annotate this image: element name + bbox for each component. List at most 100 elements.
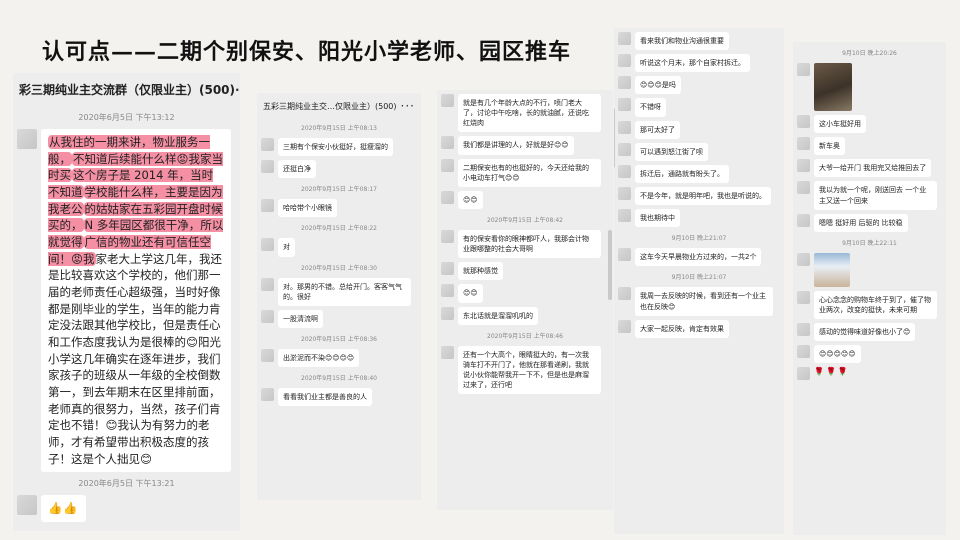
message-bubble: 感动的觉得味道好像也小了😊 xyxy=(814,323,916,342)
scrollbar[interactable] xyxy=(614,108,615,168)
timestamp: 2020年9月15日 上午08:42 xyxy=(487,216,563,224)
avatar[interactable] xyxy=(797,345,810,359)
rose-emoji: 🌹🌹🌹 xyxy=(814,367,850,377)
avatar[interactable] xyxy=(797,63,810,76)
message-row xyxy=(797,63,942,111)
message-bubble: 对。那男的不错。总给开门。客客气气的。很好 xyxy=(278,277,411,306)
thumbs-up-emoji: 👍👍 xyxy=(41,495,86,523)
avatar[interactable] xyxy=(261,348,274,362)
avatar[interactable] xyxy=(261,388,274,402)
avatar[interactable] xyxy=(261,277,274,291)
avatar[interactable] xyxy=(17,129,37,149)
avatar[interactable] xyxy=(618,76,631,90)
avatar[interactable] xyxy=(261,138,274,151)
timestamp: 2020年9月15日 上午08:30 xyxy=(301,264,377,272)
avatar[interactable] xyxy=(618,209,631,223)
timestamp: 2020年6月5日 下午13:21 xyxy=(78,479,175,489)
scrollbar[interactable] xyxy=(608,230,612,300)
message-list: 就是有几个年龄大点的不行，喷门老大了，讨论中午吃啥，长的就油腻，还说吃红烧肉我们… xyxy=(437,94,613,395)
message-bubble: 新车奥 xyxy=(814,137,845,156)
avatar[interactable] xyxy=(441,229,454,243)
message-bubble: 哈哈带个小眼镜 xyxy=(278,199,337,218)
message-bubble: 不是今年，就是明年吧，我也是听说的。 xyxy=(635,186,771,206)
avatar[interactable] xyxy=(441,158,454,172)
message-bubble: 😊😊 xyxy=(458,190,483,209)
highlighted-text: 从我住的一期来讲，物业服务一般， 不知道后续能什么样😡我家当时买 这个房子是 201… xyxy=(48,135,224,266)
message-bubble: 听说这个月末，那个自家村拆迁。 xyxy=(635,54,750,73)
chat-title: 五彩三期纯业主交…仅限业主）(500) xyxy=(263,101,397,111)
chat-title: 彩三期纯业主交流群（仅限业主）(500) xyxy=(19,83,236,97)
message-row: 感动的觉得味道好像也小了😊 xyxy=(797,323,942,342)
message-row: 不是今年，就是明年吧，我也是听说的。 xyxy=(618,186,780,206)
avatar[interactable] xyxy=(441,345,454,359)
avatar[interactable] xyxy=(618,164,631,178)
avatar[interactable] xyxy=(441,136,454,150)
avatar[interactable] xyxy=(618,54,631,68)
timestamp: 9月10日 晚上21:07 xyxy=(671,274,727,282)
timestamp: 2020年9月15日 上午08:22 xyxy=(301,225,377,233)
message-row: 😊😊😊😊😊 xyxy=(797,345,942,364)
avatar[interactable] xyxy=(618,186,631,200)
message-row: 🌹🌹🌹 xyxy=(797,367,942,381)
message-bubble: 还挺白净 xyxy=(278,160,316,179)
more-icon[interactable]: ··· xyxy=(235,83,240,97)
chat-header: 五彩三期纯业主交…仅限业主）(500) ··· xyxy=(257,93,421,117)
avatar[interactable] xyxy=(797,159,810,173)
message-row: 新车奥 xyxy=(797,137,942,156)
avatar[interactable] xyxy=(618,248,631,262)
avatar[interactable] xyxy=(797,181,810,195)
message-bubble: 二期保安也有的也挺好的，今天还给我的小电动车打气😊😊 xyxy=(458,158,601,187)
timestamp: 9月10日 晚上20:26 xyxy=(842,50,897,57)
avatar[interactable] xyxy=(797,367,810,381)
avatar[interactable] xyxy=(797,115,810,128)
avatar[interactable] xyxy=(618,142,631,156)
avatar[interactable] xyxy=(618,120,631,134)
avatar[interactable] xyxy=(797,137,810,151)
message-bubble: 看看我们业主都是善良的人 xyxy=(278,388,372,407)
message-bubble: 我也期待中 xyxy=(635,209,680,228)
message-row: 大家一起反映，肯定有效果 xyxy=(618,319,780,338)
message-row: 看来我们和物业沟通很重要 xyxy=(618,32,780,51)
message-bubble: 嗯嗯 挺好用 后驱的 比较稳 xyxy=(814,213,908,232)
message-row: 不错呀 xyxy=(618,98,780,117)
avatar[interactable] xyxy=(261,199,274,213)
avatar[interactable] xyxy=(441,190,454,204)
avatar[interactable] xyxy=(441,94,454,107)
avatar[interactable] xyxy=(618,287,631,301)
message-row: 我们都是讲理的人，好就是好😊😊 xyxy=(441,136,609,155)
avatar[interactable] xyxy=(797,213,810,227)
message-bubble: 三期有个保安小伙挺好，挺瘦溜的 xyxy=(278,138,393,157)
timestamp: 2020年9月15日 上午08:46 xyxy=(487,332,563,340)
avatar[interactable] xyxy=(261,309,274,323)
avatar[interactable] xyxy=(797,323,810,337)
avatar[interactable] xyxy=(618,319,631,333)
message-row: 我也期待中 xyxy=(618,209,780,228)
avatar[interactable] xyxy=(261,160,274,174)
avatar[interactable] xyxy=(618,98,631,112)
message-row: 二期保安也有的也挺好的，今天还给我的小电动车打气😊😊 xyxy=(441,158,609,187)
timestamp: 2020年9月15日 上午08:36 xyxy=(301,335,377,343)
avatar[interactable] xyxy=(441,306,454,320)
avatar[interactable] xyxy=(17,495,37,516)
timestamp: 9月10日 晚上22:11 xyxy=(842,239,897,247)
message-bubble: 有的保安看你的眼神都吓人，我那会计物业跟哪整的社会大哥啊 xyxy=(458,229,601,259)
avatar[interactable] xyxy=(797,252,810,266)
timestamp: 2020年9月15日 上午08:13 xyxy=(301,125,377,132)
message-list: 这小车挺好用 新车奥 大爷一给开门 我用完又给推回去了 我以为就一个呢，刚送回去 一个… xyxy=(793,115,946,232)
more-icon[interactable]: ··· xyxy=(401,99,415,113)
avatar[interactable] xyxy=(618,32,631,45)
message-row: 就那种感觉 xyxy=(441,262,609,281)
shopping-cart-photo[interactable] xyxy=(814,63,852,111)
avatar[interactable] xyxy=(441,284,454,298)
message-list: 看来我们和物业沟通很重要 听说这个月末，那个自家村拆迁。 😊😊😊是吗 不错呀 那可太好了… xyxy=(614,32,784,338)
message-row: 就是有几个年龄大点的不行，喷门老大了，讨论中午吃啥，长的就油腻，还说吃红烧肉 xyxy=(441,94,609,133)
chat-panel-2: 五彩三期纯业主交…仅限业主）(500) ··· 2020年9月15日 上午08:… xyxy=(257,93,421,500)
message-bubble: 心心念念的购物车终于到了，催了物业两次，改变的挺快，未来可期 xyxy=(814,290,938,320)
avatar[interactable] xyxy=(261,238,274,252)
avatar[interactable] xyxy=(441,262,454,276)
message-bubble: 😊😊😊是吗 xyxy=(635,76,681,95)
person-photo[interactable] xyxy=(814,252,850,287)
avatar[interactable] xyxy=(797,290,810,304)
message-row: 😊😊😊是吗 xyxy=(618,76,780,95)
message-bubble: 这车今天早晨物业方过来的，一共2个 xyxy=(635,248,762,267)
